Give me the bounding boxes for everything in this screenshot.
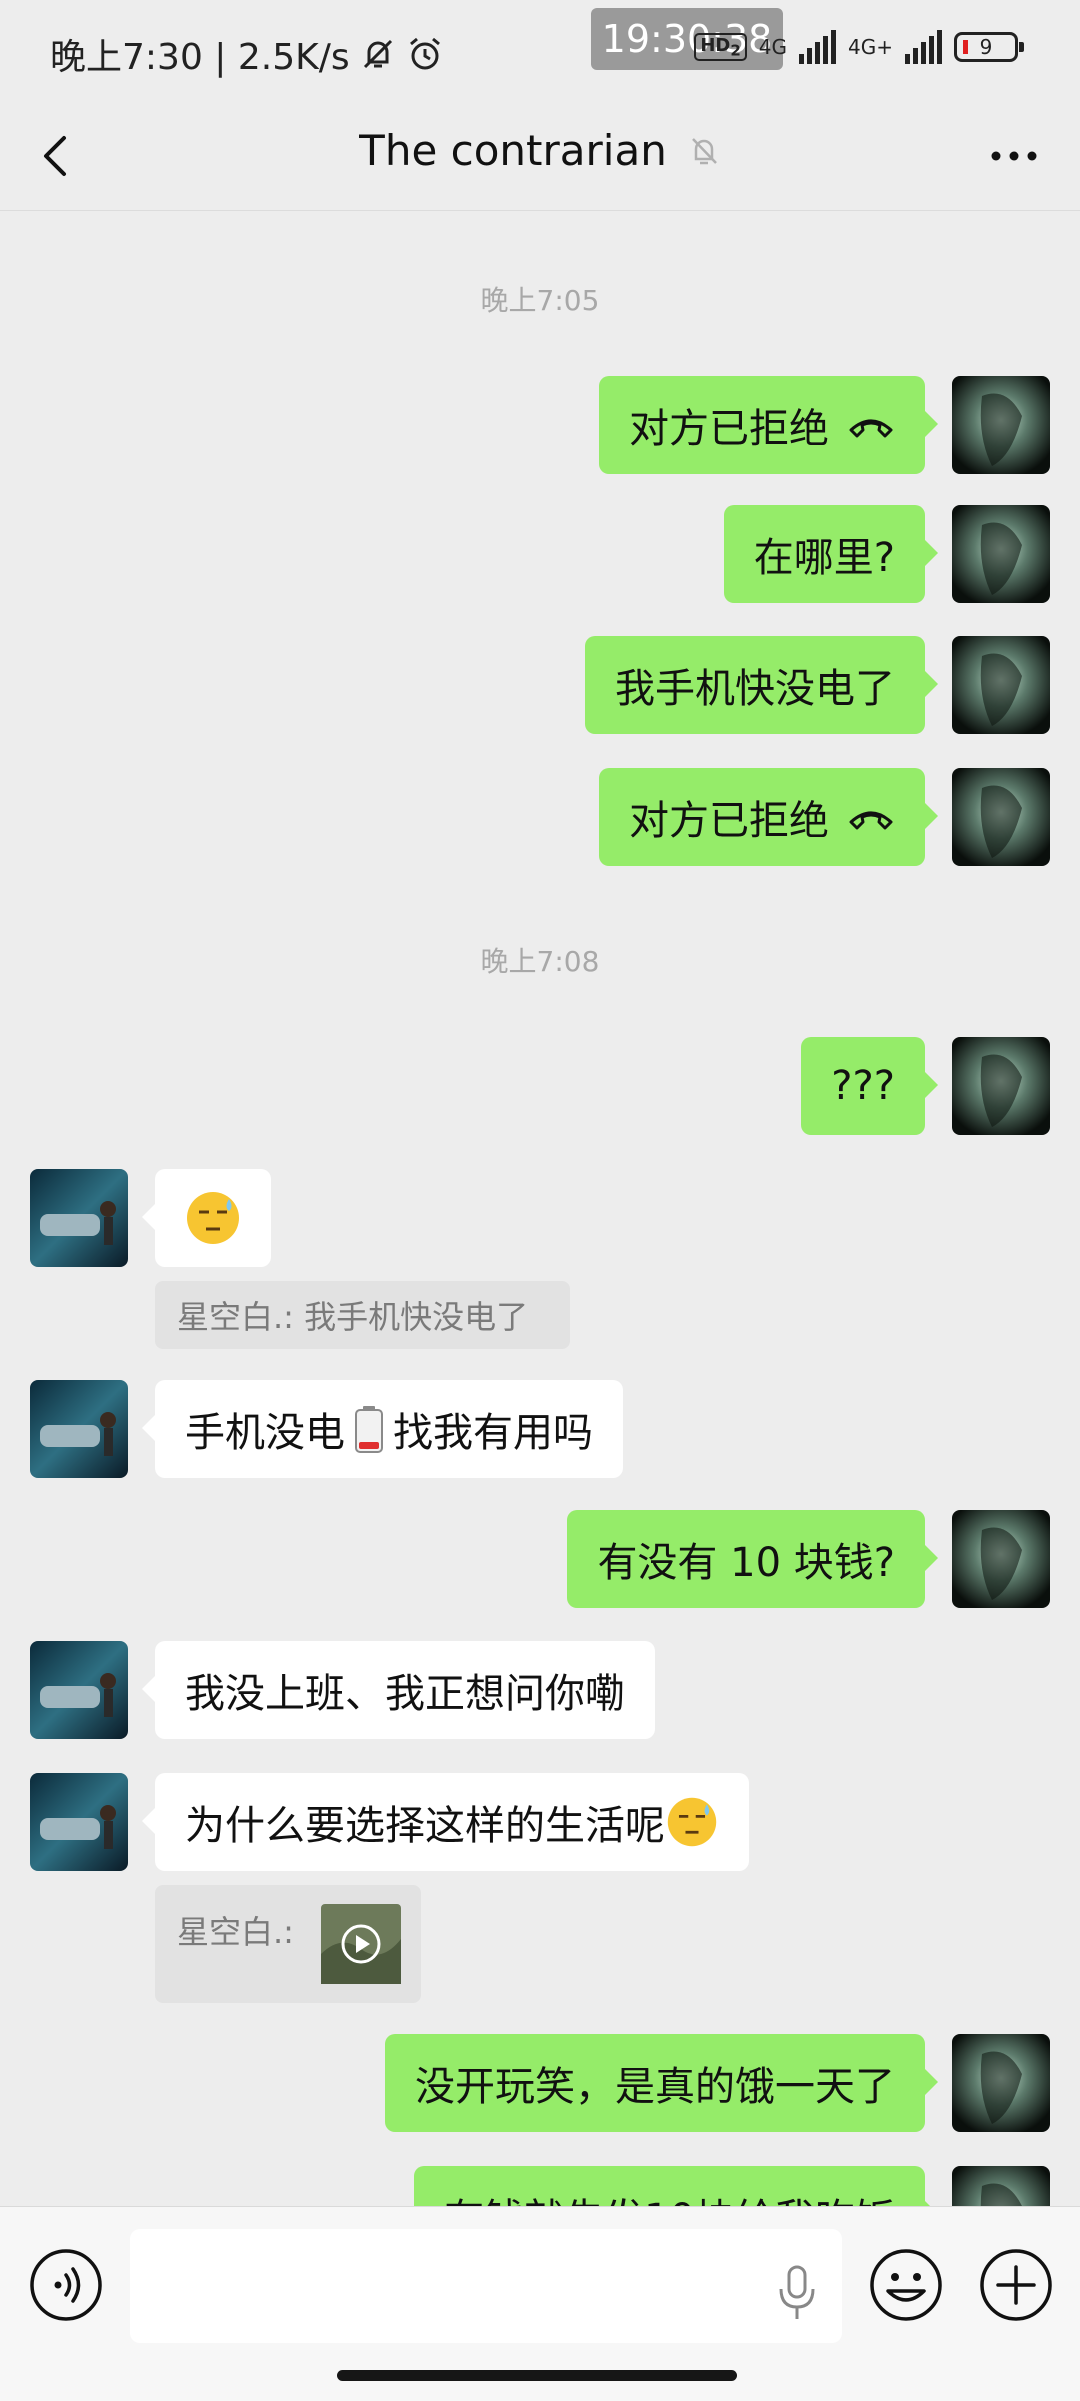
- message-bubble-received[interactable]: 为什么要选择这样的生活呢: [142, 1773, 749, 1871]
- my-avatar[interactable]: [952, 636, 1050, 734]
- message-bubble-received[interactable]: [142, 1169, 271, 1267]
- message-text: 为什么要选择这样的生活呢: [185, 1803, 665, 1849]
- message-text: 我手机快没电了: [615, 666, 895, 712]
- message-text: 有钱就先发10块给我吃饭: [444, 2186, 895, 2206]
- message-bubble-sent[interactable]: 有没有 10 块钱?: [567, 1510, 938, 1608]
- my-avatar[interactable]: [952, 2166, 1050, 2206]
- quote-text: 星空白.:: [177, 1913, 294, 1951]
- contact-avatar[interactable]: [30, 1169, 128, 1267]
- my-avatar[interactable]: [952, 505, 1050, 603]
- chat-title-wrap: The contrarian: [0, 126, 1080, 175]
- quote-text: 星空白.: 我手机快没电了: [177, 1298, 529, 1336]
- home-indicator[interactable]: [337, 2370, 737, 2381]
- contact-avatar[interactable]: [30, 1380, 128, 1478]
- message-list[interactable]: 晚上7:05 对方已拒绝 在哪里? 我手机快没电了 对方已拒绝 晚上7:08 ?: [0, 211, 1080, 2206]
- alarm-icon: [409, 37, 440, 70]
- video-thumbnail[interactable]: [321, 1904, 401, 1984]
- message-bubble-sent[interactable]: 对方已拒绝: [599, 768, 938, 866]
- contact-avatar[interactable]: [30, 1773, 128, 1871]
- signal-icon-2: [905, 30, 942, 64]
- status-right: HD2 4G 4G+ 9: [694, 30, 1024, 64]
- message-text: 我没上班、我正想问你嘞: [185, 1671, 625, 1717]
- mute-bell-icon: [691, 137, 717, 164]
- message-bubble-received[interactable]: 我没上班、我正想问你嘞: [142, 1641, 655, 1739]
- sweat-emoji-icon: [187, 1192, 239, 1244]
- message-text: 在哪里?: [753, 535, 895, 581]
- message-bubble-sent[interactable]: 没开玩笑，是真的饿一天了: [385, 2034, 938, 2132]
- hd-badge: HD2: [694, 32, 747, 62]
- more-dots-icon[interactable]: [986, 130, 1042, 182]
- my-avatar[interactable]: [952, 1510, 1050, 1608]
- hangup-phone-icon: [849, 811, 893, 830]
- network-label-1: 4G: [758, 35, 788, 59]
- message-bubble-received[interactable]: 手机没电 找我有用吗: [142, 1380, 623, 1478]
- message-bubble-sent[interactable]: 在哪里?: [723, 505, 939, 603]
- message-text: 手机没电: [185, 1410, 345, 1456]
- status-bar: 晚上7:30 | 2.5K/s 19:30:38 HD2 4G 4G+ 9: [0, 0, 1080, 104]
- voice-icon[interactable]: [28, 2247, 104, 2323]
- message-text: 对方已拒绝: [629, 406, 829, 452]
- message-input[interactable]: [130, 2229, 842, 2343]
- contact-avatar[interactable]: [30, 1641, 128, 1739]
- message-bubble-sent[interactable]: ???: [801, 1037, 938, 1135]
- timestamp: 晚上7:05: [480, 284, 600, 317]
- message-text: ???: [831, 1063, 895, 1109]
- plus-icon[interactable]: [978, 2247, 1054, 2323]
- message-bubble-sent[interactable]: 有钱就先发10块给我吃饭: [414, 2166, 938, 2206]
- status-left: 晚上7:30 | 2.5K/s: [50, 28, 444, 80]
- quoted-video-message[interactable]: 星空白.:: [155, 1885, 421, 2003]
- message-text: 有没有 10 块钱?: [597, 1540, 895, 1586]
- my-avatar[interactable]: [952, 376, 1050, 474]
- emoji-icon[interactable]: [868, 2247, 944, 2323]
- message-bubble-sent[interactable]: 我手机快没电了: [585, 636, 938, 734]
- my-avatar[interactable]: [952, 2034, 1050, 2132]
- chat-header: The contrarian: [0, 104, 1080, 211]
- sweat-emoji-icon: [667, 1797, 717, 1847]
- chat-title[interactable]: The contrarian: [359, 126, 667, 175]
- network-label-2: 4G+: [848, 35, 893, 59]
- message-bubble-sent[interactable]: 对方已拒绝: [599, 376, 938, 474]
- signal-icon-1: [799, 30, 837, 64]
- status-time-speed: 晚上7:30 | 2.5K/s: [50, 37, 350, 78]
- message-text: 找我有用吗: [393, 1410, 593, 1456]
- message-text: 对方已拒绝: [629, 798, 829, 844]
- low-battery-icon: [355, 1406, 383, 1453]
- timestamp: 晚上7:08: [480, 945, 600, 978]
- message-text: 没开玩笑，是真的饿一天了: [415, 2064, 895, 2110]
- my-avatar[interactable]: [952, 1037, 1050, 1135]
- hangup-phone-icon: [849, 419, 893, 438]
- battery-icon: 9: [954, 32, 1024, 62]
- bell-off-icon: [363, 39, 392, 69]
- quoted-message[interactable]: 星空白.: 我手机快没电了: [155, 1281, 570, 1349]
- microphone-icon[interactable]: [772, 2263, 822, 2323]
- my-avatar[interactable]: [952, 768, 1050, 866]
